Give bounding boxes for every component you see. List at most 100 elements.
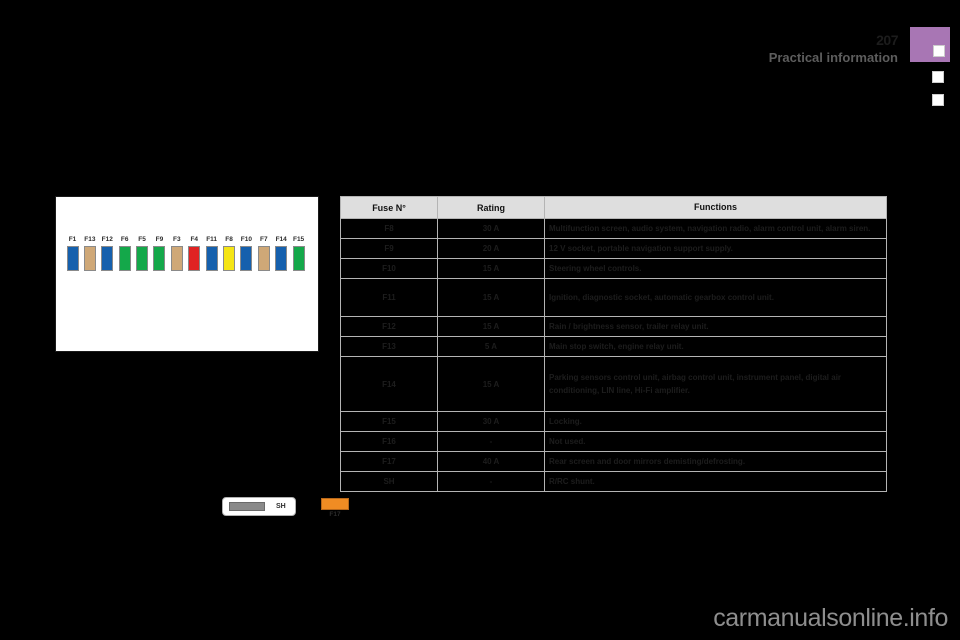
fuse-body-icon — [240, 246, 253, 271]
cell-fuse: F14 — [340, 356, 438, 412]
fuse-body-icon — [136, 246, 149, 271]
cell-fuse: F9 — [340, 238, 438, 259]
fuse-item: F7 — [257, 235, 270, 271]
table-header: Fuse N° Rating Functions — [340, 196, 887, 219]
table-row: F9 20 A 12 V socket, portable navigation… — [340, 238, 887, 259]
table-header-row: Fuse N° Rating Functions — [340, 196, 887, 219]
cell-functions: Rain / brightness sensor, trailer relay … — [544, 316, 887, 337]
fuse-label: F4 — [190, 236, 199, 243]
cell-rating: 15 A — [437, 356, 545, 412]
fuse-label: F10 — [240, 236, 252, 243]
table-body: F8 30 A Multifunction screen, audio syst… — [340, 218, 887, 492]
cell-functions: 12 V socket, portable navigation support… — [544, 238, 887, 259]
fuse-item: F11 — [205, 235, 218, 271]
table-row: F16 - Not used. — [340, 431, 887, 452]
cell-fuse: F15 — [340, 411, 438, 432]
table-row: F10 15 A Steering wheel controls. — [340, 258, 887, 279]
table-row: F11 15 A Ignition, diagnostic socket, au… — [340, 278, 887, 317]
fuse-item: F8 — [223, 235, 236, 271]
tab-dot-icon — [932, 71, 944, 83]
cell-functions: R/RC shunt. — [544, 471, 887, 492]
fuse-label: F9 — [155, 236, 164, 243]
shunt-bar-icon — [229, 502, 265, 511]
fuse-label: F15 — [292, 236, 305, 243]
fuse-strip: F1 F13 F12 F6 F5 F9 F3 F4 F11 F8 F10 F7 … — [66, 235, 305, 271]
fuse-body-icon — [257, 246, 270, 271]
cell-rating: 30 A — [437, 218, 545, 239]
cell-fuse: SH — [340, 471, 438, 492]
fuse-box-diagram: F1 F13 F12 F6 F5 F9 F3 F4 F11 F8 F10 F7 … — [55, 196, 349, 518]
cell-fuse: F13 — [340, 336, 438, 357]
cell-fuse: F16 — [340, 431, 438, 452]
cell-fuse: F8 — [340, 218, 438, 239]
cell-rating: 40 A — [437, 451, 545, 472]
fuse-body-icon — [66, 246, 79, 271]
fuse-body-icon — [205, 246, 218, 271]
fuse-item: F14 — [275, 235, 288, 271]
cell-rating: 30 A — [437, 411, 545, 432]
tab-dot-icon — [932, 94, 944, 106]
fuse-body-icon — [292, 246, 305, 271]
fuse-body-icon — [118, 246, 131, 271]
cell-rating: 15 A — [437, 316, 545, 337]
fuse-body-icon — [321, 498, 349, 510]
fuse-label: F8 — [225, 236, 233, 243]
table-row: F17 40 A Rear screen and door mirrors de… — [340, 451, 887, 472]
shunt-label: SH — [276, 503, 286, 510]
cell-fuse: F11 — [340, 278, 438, 317]
cell-rating: 5 A — [437, 336, 545, 357]
page-number: 207 — [876, 32, 898, 48]
fuse-label: F5 — [138, 236, 146, 243]
fuse-item: F1 — [66, 235, 79, 271]
table-row: SH - R/RC shunt. — [340, 471, 887, 492]
fuse-item: F9 — [153, 235, 166, 271]
fuse-body-icon — [188, 246, 201, 271]
cell-functions: Ignition, diagnostic socket, automatic g… — [544, 278, 887, 317]
fuse-body-icon — [223, 246, 236, 271]
fuse-label: F11 — [206, 236, 218, 243]
fuse-label: F1 — [68, 236, 77, 243]
cell-functions: Main stop switch, engine relay unit. — [544, 336, 887, 357]
fuse-label: F13 — [84, 236, 96, 243]
cell-fuse: F17 — [340, 451, 438, 472]
fuse-body-icon — [83, 246, 96, 271]
table-row: F15 30 A Locking. — [340, 411, 887, 432]
table-row: F13 5 A Main stop switch, engine relay u… — [340, 336, 887, 357]
fuse-item: F13 — [83, 235, 96, 271]
fuse-label: F17 — [329, 511, 341, 518]
chapter-tab-marker — [910, 27, 950, 62]
fuse-label: F12 — [101, 236, 113, 243]
fuse-body-icon — [170, 246, 183, 271]
fuse-label: F14 — [275, 236, 287, 243]
page-header: 207 Practical information — [0, 0, 960, 110]
table-row: F12 15 A Rain / brightness sensor, trail… — [340, 316, 887, 337]
fuse-label: F3 — [173, 236, 181, 243]
fuse-body-icon — [153, 246, 166, 271]
table-row: F8 30 A Multifunction screen, audio syst… — [340, 218, 887, 239]
cell-rating: 15 A — [437, 258, 545, 279]
cell-rating: - — [437, 471, 545, 492]
shunt-module: SH — [222, 497, 296, 516]
cell-functions: Rear screen and door mirrors demisting/d… — [544, 451, 887, 472]
fuse-label: F7 — [260, 236, 268, 243]
fuse-rating-table: Fuse N° Rating Functions F8 30 A Multifu… — [340, 196, 887, 492]
column-header-fuse: Fuse N° — [340, 196, 438, 219]
cell-rating: - — [437, 431, 545, 452]
fuse-item: F10 — [240, 235, 253, 271]
site-watermark: carmanualsonline.info — [713, 604, 948, 632]
section-title: Practical information — [768, 50, 898, 65]
table-row: F14 15 A Parking sensors control unit, a… — [340, 356, 887, 412]
fuse-item: F12 — [101, 235, 114, 271]
fuse-item: F4 — [188, 235, 201, 271]
cell-fuse: F12 — [340, 316, 438, 337]
cell-functions: Multifunction screen, audio system, navi… — [544, 218, 887, 239]
cell-fuse: F10 — [340, 258, 438, 279]
cell-functions: Locking. — [544, 411, 887, 432]
fuse-body-icon — [101, 246, 114, 271]
cell-functions: Steering wheel controls. — [544, 258, 887, 279]
cell-rating: 15 A — [437, 278, 545, 317]
fuse-item: F5 — [136, 235, 149, 271]
cell-functions: Not used. — [544, 431, 887, 452]
fuse-body-icon — [275, 246, 288, 271]
tab-dot-icon — [933, 45, 945, 57]
